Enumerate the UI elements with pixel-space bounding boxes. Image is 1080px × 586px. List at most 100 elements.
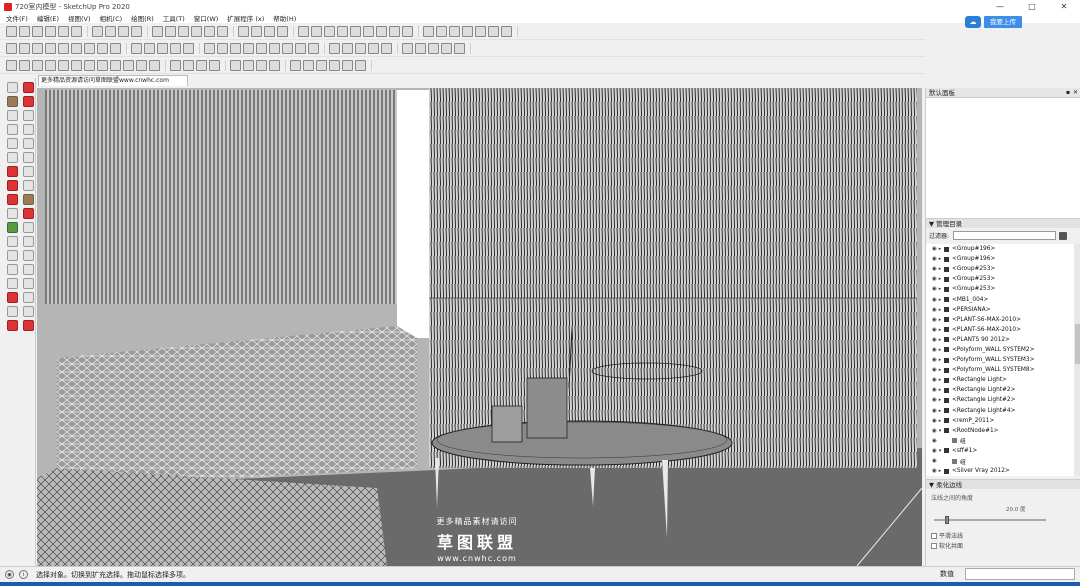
angle-slider-thumb[interactable] [945, 516, 950, 524]
list-item[interactable]: ◉ ▸ <PLANTS 90 2012> [926, 335, 1074, 345]
toolbar-icon[interactable] [170, 42, 181, 54]
toolbar-icon[interactable] [441, 42, 452, 54]
home-icon[interactable] [19, 25, 30, 37]
previous-view-icon[interactable] [23, 278, 34, 289]
collapse-arrow-icon[interactable]: ▾ [936, 428, 944, 434]
toolbar-icon[interactable] [165, 25, 176, 37]
eye-icon[interactable]: ◉ [926, 256, 937, 262]
list-item[interactable]: ◉ ▸ <Rectangle Light> [926, 375, 1074, 385]
section-plane-icon[interactable] [23, 306, 34, 317]
toolbar-icon[interactable] [329, 59, 340, 71]
toolbar-icon[interactable] [238, 25, 249, 37]
toolbar-icon[interactable] [32, 42, 43, 54]
freehand-tool-icon[interactable] [23, 110, 34, 121]
list-item[interactable]: ◉ 组 [926, 456, 1074, 466]
circle-tool-icon[interactable] [7, 138, 18, 149]
toolbar-icon[interactable] [144, 42, 155, 54]
3d-text-icon[interactable] [23, 236, 34, 247]
text-tool-icon[interactable] [23, 222, 34, 233]
list-item[interactable]: ◉ ▸ <Group#196> [926, 254, 1074, 264]
expand-arrow-icon[interactable]: ▸ [936, 367, 944, 373]
eye-icon[interactable]: ◉ [926, 337, 937, 343]
rotate-tool-icon[interactable] [7, 166, 18, 177]
toolbar-icon[interactable] [84, 59, 95, 71]
axes-tool-icon[interactable] [7, 236, 18, 247]
push-pull-icon[interactable] [23, 180, 34, 191]
toolbar-icon[interactable] [355, 59, 366, 71]
toolbar-icon[interactable] [290, 59, 301, 71]
list-item[interactable]: ◉ ▾ <RootNode#1> [926, 426, 1074, 436]
list-item[interactable]: ◉ ▾ <sff#1> [926, 446, 1074, 456]
measurements-input[interactable] [965, 568, 1075, 580]
eye-icon[interactable]: ◉ [926, 317, 937, 323]
eye-icon[interactable]: ◉ [926, 458, 937, 464]
list-item[interactable]: ◉ ▸ <Polyform_WALL SYSTEM2> [926, 345, 1074, 355]
eye-icon[interactable]: ◉ [926, 418, 937, 424]
toolbar-icon[interactable] [183, 59, 194, 71]
maximize-button[interactable]: □ [1016, 0, 1048, 13]
expand-arrow-icon[interactable]: ▸ [936, 387, 944, 393]
expand-arrow-icon[interactable]: ▸ [936, 327, 944, 333]
eye-icon[interactable]: ◉ [926, 438, 937, 444]
toolbar-icon[interactable] [269, 42, 280, 54]
list-item[interactable]: ◉ ▸ <Silver Vray 2012> [926, 466, 1074, 476]
toolbar-icon[interactable] [256, 59, 267, 71]
toolbar-icon[interactable] [58, 42, 69, 54]
toolbar-icon[interactable] [170, 59, 181, 71]
rectangle-tool-icon[interactable] [7, 124, 18, 135]
toolbar-icon[interactable] [423, 25, 434, 37]
toolbar-icon[interactable] [316, 59, 327, 71]
eye-icon[interactable]: ◉ [926, 468, 937, 474]
eye-icon[interactable]: ◉ [926, 448, 937, 454]
toolbar-icon[interactable] [363, 25, 374, 37]
menu-window[interactable]: 窗口(W) [194, 13, 219, 23]
toolbar-icon[interactable] [230, 42, 241, 54]
toolbar-icon[interactable] [32, 25, 43, 37]
toolbar-icon[interactable] [196, 59, 207, 71]
toolbar-icon[interactable] [45, 42, 56, 54]
list-item[interactable]: ◉ ▸ <Polyform_WALL SYSTEM3> [926, 355, 1074, 365]
toolbar-icon[interactable] [71, 42, 82, 54]
toolbar-icon[interactable] [376, 25, 387, 37]
list-item[interactable]: ◉ ▸ <Rectangle Light#2> [926, 395, 1074, 405]
toolbar-icon[interactable] [488, 25, 499, 37]
toolbar-icon[interactable] [282, 42, 293, 54]
toolbar-icon[interactable] [324, 25, 335, 37]
close-button[interactable]: ✕ [1048, 0, 1080, 13]
scrollbar-thumb[interactable] [1075, 324, 1080, 364]
move-tool-icon[interactable] [7, 180, 18, 191]
angle-slider[interactable] [934, 519, 1046, 521]
toolbar-icon[interactable] [58, 59, 69, 71]
toolbar-icon[interactable] [264, 25, 275, 37]
expand-arrow-icon[interactable]: ▸ [936, 317, 944, 323]
toolbar-icon[interactable] [475, 25, 486, 37]
pan-icon[interactable] [23, 250, 34, 261]
eye-icon[interactable]: ◉ [926, 286, 937, 292]
eye-icon[interactable]: ◉ [926, 307, 937, 313]
toolbar-icon[interactable] [501, 25, 512, 37]
list-item[interactable]: ◉ ▸ <PLANT-S6-MAX-2010> [926, 325, 1074, 335]
list-item[interactable]: ◉ ▸ <Polyform_WALL SYSTEM8> [926, 365, 1074, 375]
menu-camera[interactable]: 相机(C) [100, 13, 123, 23]
toolbar-icon[interactable] [402, 42, 413, 54]
menu-file[interactable]: 文件(F) [6, 13, 28, 23]
toolbar-icon[interactable] [84, 42, 95, 54]
soften-coplanar-checkbox[interactable] [931, 542, 937, 549]
toolbar-icon[interactable] [110, 59, 121, 71]
toolbar-icon[interactable] [110, 42, 121, 54]
toolbar-icon[interactable] [350, 25, 361, 37]
collapse-arrow-icon[interactable]: ▾ [936, 448, 944, 454]
protractor-icon[interactable] [7, 222, 18, 233]
eye-icon[interactable]: ◉ [926, 266, 937, 272]
toolbar-icon[interactable] [71, 59, 82, 71]
list-item[interactable]: ◉ ▸ <Group#253> [926, 274, 1074, 284]
expand-arrow-icon[interactable]: ▸ [936, 246, 944, 252]
toolbar-icon[interactable] [6, 25, 17, 37]
zoom-icon[interactable] [7, 264, 18, 275]
outliner-scrollbar[interactable] [1074, 244, 1080, 476]
ruby-gem-icon[interactable] [7, 320, 18, 331]
look-around-icon[interactable] [7, 306, 18, 317]
toolbar-icon[interactable] [204, 42, 215, 54]
filter-options-icon[interactable] [1059, 231, 1067, 240]
menu-help[interactable]: 帮助(H) [273, 13, 296, 23]
